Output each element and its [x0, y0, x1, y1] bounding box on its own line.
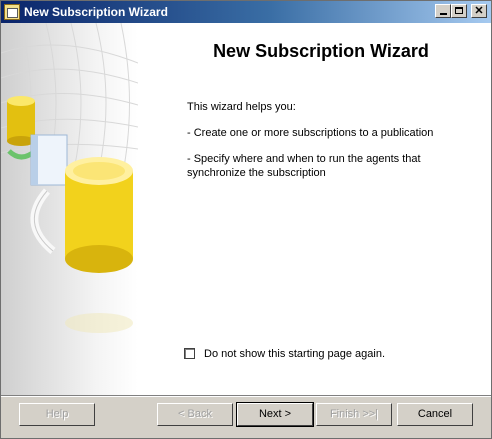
close-button[interactable]: ✕: [471, 4, 487, 18]
wizard-window: New Subscription Wizard ✕ New Subscripti…: [0, 0, 492, 439]
page-title: New Subscription Wizard: [213, 41, 429, 61]
cancel-button[interactable]: Cancel: [397, 403, 473, 426]
help-button[interactable]: Help: [19, 403, 95, 426]
minimize-button[interactable]: [435, 4, 451, 18]
wizard-side-illustration: [1, 23, 138, 395]
skip-start-page-checkbox[interactable]: [184, 348, 195, 359]
publication-book-icon: [30, 134, 68, 186]
bullet-create-subscriptions: - Create one or more subscriptions to a …: [187, 127, 434, 139]
back-button[interactable]: < Back: [157, 403, 233, 426]
intro-text: This wizard helps you:: [187, 101, 296, 113]
finish-button[interactable]: Finish >>|: [316, 403, 392, 426]
maximize-icon: [455, 7, 463, 14]
button-bar-divider: [1, 395, 491, 397]
minimize-icon: [439, 13, 447, 15]
wizard-page: New Subscription Wizard This wizard help…: [1, 23, 491, 395]
next-button[interactable]: Next >: [236, 402, 314, 427]
database-sync-illustration: [1, 23, 138, 333]
wizard-app-icon: [4, 4, 20, 20]
close-icon: ✕: [474, 5, 484, 17]
maximize-button[interactable]: [451, 4, 467, 18]
large-database-icon: [65, 157, 133, 273]
bullet-specify-agents: - Specify where and when to run the agen…: [187, 153, 421, 179]
skip-start-page-label[interactable]: Do not show this starting page again.: [204, 348, 385, 360]
window-title: New Subscription Wizard: [24, 5, 168, 19]
title-bar[interactable]: New Subscription Wizard ✕: [1, 1, 491, 23]
